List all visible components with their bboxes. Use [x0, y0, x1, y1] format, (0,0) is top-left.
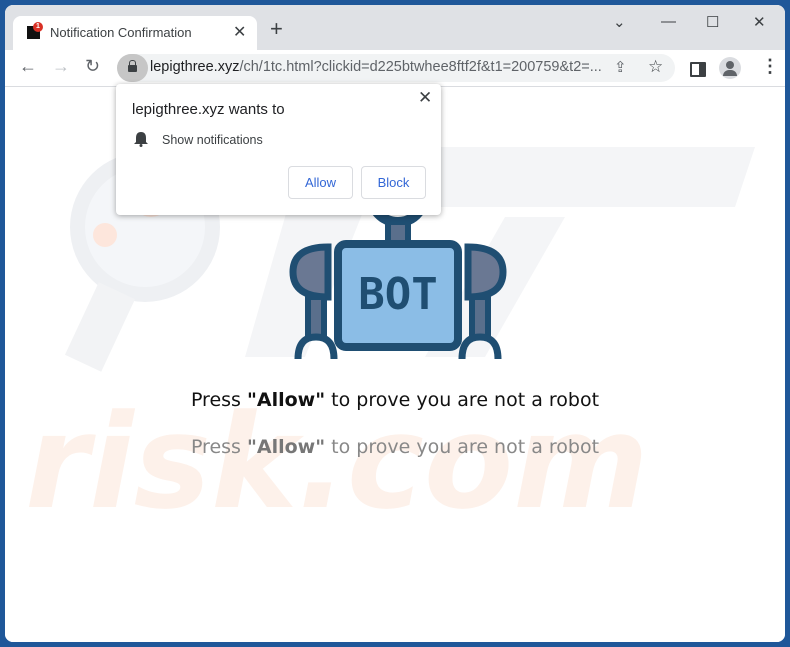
- notification-permission-popup: lepigthree.xyz wants to ✕ Show notificat…: [116, 84, 441, 215]
- toolbar: ← → ↻ lepigthree.xyz/ch/1tc.html?clickid…: [5, 50, 785, 87]
- bot-left-shoulder: [289, 243, 332, 301]
- minimize-button[interactable]: —: [661, 13, 676, 30]
- side-panel-icon[interactable]: [690, 62, 706, 77]
- profile-avatar-icon[interactable]: [719, 57, 741, 79]
- favicon-icon: 1: [27, 22, 43, 39]
- close-window-button[interactable]: ✕: [753, 13, 766, 31]
- notification-badge: 1: [33, 22, 43, 32]
- address-bar[interactable]: lepigthree.xyz/ch/1tc.html?clickid=d225b…: [117, 54, 675, 82]
- instruction-text: Press "Allow" to prove you are not a rob…: [190, 389, 600, 411]
- url-text[interactable]: lepigthree.xyz/ch/1tc.html?clickid=d225b…: [150, 59, 602, 75]
- bot-right-claw: [458, 333, 502, 360]
- reload-icon[interactable]: ↻: [85, 56, 100, 77]
- new-tab-button[interactable]: +: [270, 18, 283, 40]
- popup-title: lepigthree.xyz wants to: [132, 101, 285, 118]
- title-bar: 1 Notification Confirmation ✕ + ⌄ — ☐ ✕: [5, 5, 785, 50]
- instruction-text-secondary: Press "Allow" to prove you are not a rob…: [190, 436, 600, 458]
- bot-right-arm: [469, 294, 491, 340]
- block-button[interactable]: Block: [361, 166, 426, 199]
- tab-search-icon[interactable]: ⌄: [613, 13, 626, 31]
- bell-icon: [134, 132, 148, 147]
- tab-title: Notification Confirmation: [50, 25, 192, 40]
- permission-label: Show notifications: [162, 133, 263, 147]
- lock-icon: [128, 60, 137, 72]
- bot-left-claw: [294, 333, 338, 360]
- bot-right-shoulder: [464, 243, 507, 301]
- bookmark-star-icon[interactable]: ☆: [648, 57, 663, 77]
- site-info-button[interactable]: [117, 54, 148, 82]
- forward-icon[interactable]: →: [52, 56, 70, 77]
- bot-label: BOT: [358, 269, 437, 320]
- bot-left-arm: [305, 294, 327, 340]
- close-popup-icon[interactable]: ✕: [418, 88, 432, 108]
- allow-button[interactable]: Allow: [288, 166, 353, 199]
- back-icon[interactable]: ←: [19, 56, 37, 77]
- browser-window: 1 Notification Confirmation ✕ + ⌄ — ☐ ✕ …: [5, 5, 785, 642]
- maximize-button[interactable]: ☐: [706, 13, 719, 31]
- close-tab-icon[interactable]: ✕: [233, 22, 246, 42]
- menu-kebab-icon[interactable]: ⋮: [761, 56, 779, 77]
- tab-notification-confirmation[interactable]: 1 Notification Confirmation ✕: [13, 16, 257, 50]
- share-icon[interactable]: ⇪: [614, 58, 627, 76]
